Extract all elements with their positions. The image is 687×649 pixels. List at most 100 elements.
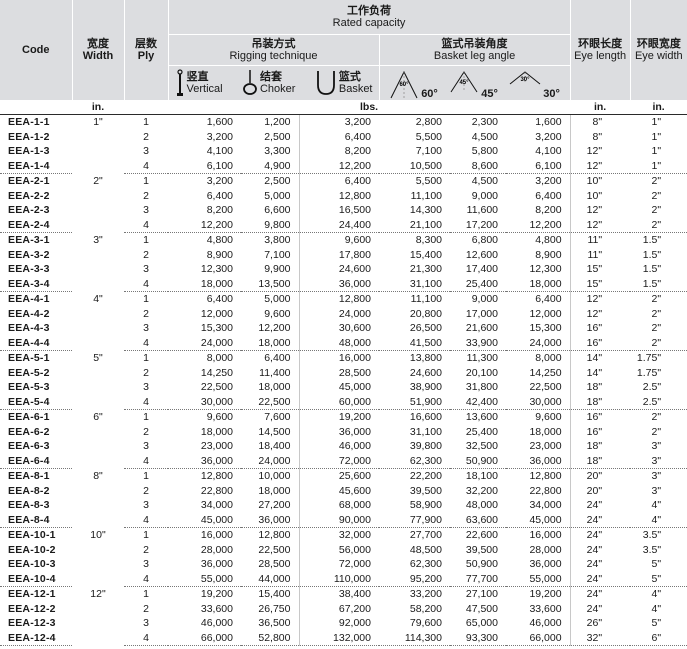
cell-a45: 42,400 <box>450 394 506 410</box>
cell-a30: 14,250 <box>529 366 562 379</box>
cell-code: EEA-8-3 <box>8 499 50 511</box>
cell-eye-width: 3" <box>630 453 687 469</box>
cell-a60: 33,200 <box>409 588 442 600</box>
cell-v: 24,000 <box>168 335 241 351</box>
cell-eye-width: 1" <box>651 145 662 157</box>
cell-code: EEA-2-4 <box>0 217 72 233</box>
cell-eye-length: 12" <box>569 306 631 321</box>
cell-a60: 77,900 <box>379 512 450 528</box>
cell-v: 15,300 <box>200 322 233 334</box>
table-header: Code 宽度 Width 层数 Ply 工作负荷 Rated capacity 环眼… <box>0 0 687 100</box>
cell-a60: 48,500 <box>409 543 442 556</box>
cell-eye-length: 16" <box>569 424 631 439</box>
cell-eye-width: 2" <box>630 335 687 351</box>
cell-a60: 62,300 <box>409 558 442 570</box>
cell-code: EEA-12-2 <box>8 602 56 615</box>
angle-45-icon: 45° <box>450 71 478 93</box>
cell-width: 10" <box>90 528 106 541</box>
rigging-icons: 竖直 Vertical 结套 Choker 篮式 Basket <box>167 65 379 100</box>
cell-b: 17,800 <box>298 247 379 262</box>
cell-b: 72,000 <box>298 453 379 469</box>
units-row: in. lbs. in. in. <box>0 100 687 115</box>
cell-a60: 16,600 <box>409 411 442 423</box>
cell-eye-length: 10" <box>569 188 631 203</box>
cell-a45: 50,900 <box>465 558 498 570</box>
cell-eye-length: 16" <box>569 409 631 425</box>
cell-b: 30,600 <box>298 321 379 336</box>
cell-c: 18,000 <box>241 335 299 351</box>
cell-eye-width: 3" <box>651 470 662 482</box>
cell-eye-length: 24" <box>569 586 631 602</box>
cell-a60: 58,200 <box>409 602 442 615</box>
cell-b: 24,600 <box>298 262 379 277</box>
basket-rigging: 篮式 Basket <box>315 69 373 97</box>
cell-v: 3,200 <box>206 175 233 187</box>
cell-a30: 18,000 <box>529 425 562 438</box>
cell-ply: 1 <box>143 175 149 187</box>
cell-a45: 21,600 <box>465 322 498 334</box>
cell-ply: 2 <box>143 484 149 497</box>
choker-sling-icon <box>243 70 257 95</box>
cell-eye-length: 11" <box>569 247 631 262</box>
cell-c: 26,750 <box>258 602 291 615</box>
cell-a45: 47,500 <box>465 602 498 615</box>
cell-eye-width: 3" <box>651 484 662 497</box>
cell-code: EEA-3-3 <box>8 263 50 275</box>
cell-a45: 77,700 <box>450 571 506 587</box>
cell-eye-width: 6" <box>630 630 687 646</box>
cell-a30: 24,000 <box>506 335 571 351</box>
cell-eye-length: 12" <box>569 291 631 307</box>
angle-30: 30° 30° <box>509 70 560 100</box>
cell-eye-length: 26" <box>569 616 631 631</box>
cell-c: 7,600 <box>264 411 291 423</box>
cell-a45: 27,100 <box>465 588 498 600</box>
cell-a60: 31,100 <box>379 276 450 292</box>
cell-b: 60,000 <box>298 394 379 410</box>
cell-eye-length: 14" <box>569 350 631 366</box>
table-row: EEA-3-1 3" 1 4,800 3,800 9,600 8,300 6,800 4,800… <box>0 232 687 248</box>
cell-a60: 11,100 <box>410 293 442 305</box>
cell-b: 8,200 <box>298 144 379 159</box>
cell-c: 18,000 <box>258 381 291 393</box>
cell-eye-length: 18" <box>569 453 631 469</box>
cell-eye-width: 1" <box>651 116 662 128</box>
cell-eye-length: 24" <box>569 527 631 543</box>
cell-eye-length: 14" <box>569 365 631 380</box>
cell-a60: 15,400 <box>409 248 442 261</box>
cell-b: 16,500 <box>298 203 379 218</box>
cell-a45: 63,600 <box>450 512 506 528</box>
cell-eye-length: 24" <box>569 512 631 528</box>
cell-code: EEA-12-4 <box>0 630 72 646</box>
cell-c: 52,800 <box>241 630 299 646</box>
cell-ply: 4 <box>124 630 168 646</box>
cell-eye-width: 1.5" <box>642 234 662 246</box>
cell-v: 1,600 <box>206 116 233 128</box>
cell-a45: 4,500 <box>471 175 498 187</box>
cell-code: EEA-1-3 <box>8 145 50 157</box>
header-eye-length: 环眼长度 Eye length <box>569 0 631 100</box>
header-rated-capacity: 工作负荷 Rated capacity <box>167 0 571 35</box>
cell-b: 12,800 <box>298 188 379 203</box>
cell-width: 6" <box>93 410 103 423</box>
cell-eye-width: 3" <box>651 440 662 452</box>
cell-b: 28,500 <box>298 365 379 380</box>
cell-eye-width: 2" <box>651 307 662 320</box>
cell-a30: 9,600 <box>535 411 562 423</box>
cell-v: 4,800 <box>206 234 233 246</box>
cell-ply: 4 <box>124 394 168 410</box>
cell-a60: 11,100 <box>410 189 442 202</box>
cell-c: 11,400 <box>259 366 291 379</box>
cell-c: 6,600 <box>264 204 291 216</box>
cell-a30: 36,000 <box>506 453 571 469</box>
cell-eye-length: 16" <box>569 335 631 351</box>
cell-code: EEA-3-1 <box>8 234 50 246</box>
cell-ply: 2 <box>143 248 149 261</box>
cell-width: 1" <box>93 116 103 128</box>
cell-eye-length: 24" <box>569 571 631 587</box>
cell-b: 6,400 <box>298 129 379 144</box>
cell-c: 7,100 <box>264 248 291 261</box>
cell-a45: 17,000 <box>465 307 498 320</box>
cell-code: EEA-2-3 <box>8 204 50 216</box>
cell-a45: 5,800 <box>471 145 498 157</box>
cell-v: 8,900 <box>206 248 233 261</box>
